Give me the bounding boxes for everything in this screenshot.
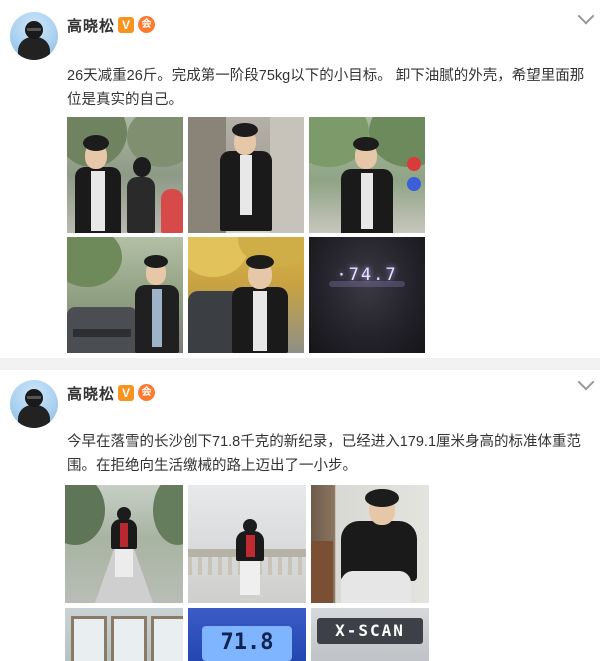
post-separator (0, 358, 600, 370)
avatar[interactable] (10, 380, 58, 428)
xscan-label: X-SCAN (335, 621, 405, 640)
photo-scale-display[interactable]: ·74.7 (309, 237, 425, 353)
username[interactable]: 高晓松 (67, 383, 115, 404)
photo-street-sign[interactable] (309, 117, 425, 233)
post-text: 26天减重26斤。完成第一阶段75kg以下的小目标。 卸下油腻的外壳，希望里面那… (67, 68, 585, 108)
post-text: 今早在落雪的长沙创下71.8千克的新纪录，已经进入179.1厘米身高的标准体重范… (67, 434, 582, 474)
photo-seated-chair[interactable] (311, 485, 429, 603)
photo-yellow-trees[interactable] (188, 237, 304, 353)
photo-doorway[interactable] (188, 117, 304, 233)
photo-window-room[interactable] (65, 608, 183, 661)
verified-badge-icon: V (118, 17, 134, 33)
scale-reading: 71.8 (220, 630, 274, 655)
scale-reading: ·74.7 (336, 265, 398, 285)
verified-badge-icon: V (118, 385, 134, 401)
weibo-post-1: 高晓松 V 会 26天减重26斤。完成第一阶段75kg以下的小目标。 卸下油腻的… (0, 0, 600, 358)
member-badge-icon: 会 (138, 16, 155, 33)
chevron-down-icon[interactable] (577, 7, 595, 25)
photo-blue-scale[interactable]: 71.8 (188, 608, 306, 661)
photo-snow-path[interactable] (65, 485, 183, 603)
username[interactable]: 高晓松 (67, 15, 115, 36)
photo-car-trees[interactable] (67, 237, 183, 353)
photo-park-walk[interactable] (67, 117, 183, 233)
weibo-post-2: 高晓松 V 会 今早在落雪的长沙创下71.8千克的新纪录，已经进入179.1厘米… (0, 370, 600, 661)
photo-x-scan[interactable]: X-SCAN (311, 608, 429, 661)
photo-snow-bridge[interactable] (188, 485, 306, 603)
member-badge-icon: 会 (138, 384, 155, 401)
avatar[interactable] (10, 12, 58, 60)
chevron-down-icon[interactable] (577, 373, 595, 391)
